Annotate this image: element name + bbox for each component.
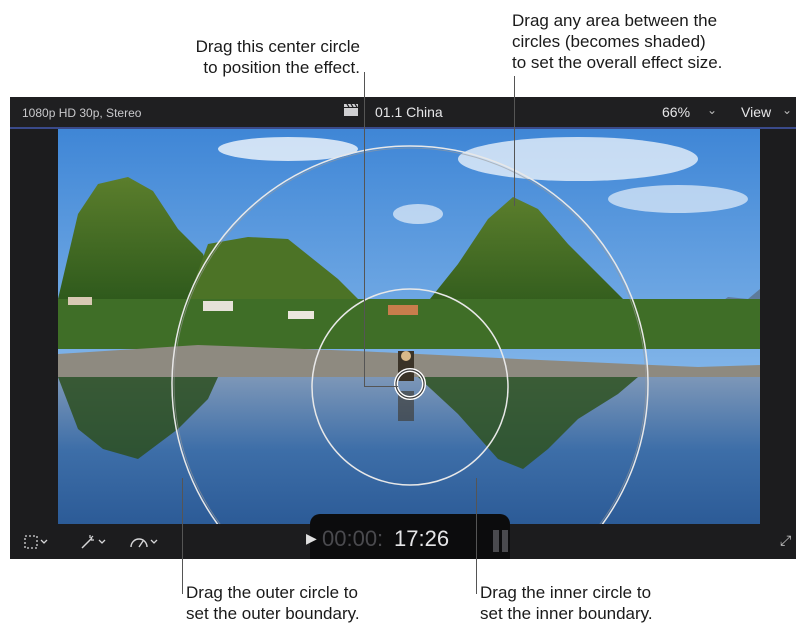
view-menu[interactable]: View [741,104,771,120]
outer-circle-handle[interactable] [171,145,649,524]
callout-text: to position the effect. [203,58,360,77]
zoom-menu[interactable]: 66% [662,104,690,120]
callout-text: Drag this center circle [195,37,360,56]
callout-text: Drag the outer circle to [186,583,358,602]
timecode-prefix: 00:00: [322,526,384,551]
shape-mask-overlay[interactable] [58,129,760,524]
leader-line-outer [182,478,183,594]
leader-line-inner [476,478,477,594]
chevron-down-icon[interactable]: ⌄ [707,103,717,117]
outer-circle-shadow [173,147,647,524]
play-icon[interactable]: ▶ [306,530,317,547]
viewer-top-bar: 1080p HD 30p, Stereo 01.1 China 66% ⌄ Vi… [10,97,796,129]
video-frame[interactable] [58,129,760,524]
format-label: 1080p HD 30p, Stereo [22,106,142,120]
inner-circle-handle[interactable] [311,288,509,486]
timecode: 17:26 [394,526,450,551]
callout-text: to set the overall effect size. [512,53,723,72]
callout-text: Drag the inner circle to [480,583,652,602]
callout-outer-circle: Drag the outer circle to set the outer b… [186,582,360,624]
callout-text: circles (becomes shaded) [512,32,706,51]
leader-line-center-h [364,386,398,387]
viewer: 1080p HD 30p, Stereo 01.1 China 66% ⌄ Vi… [10,97,796,559]
fullscreen-icon[interactable]: ⤢ [780,532,791,549]
magic-wand-icon[interactable] [78,534,108,550]
clapperboard-icon [344,104,358,116]
clip-name: 01.1 China [375,104,443,120]
callout-text: Drag any area between the [512,11,718,30]
leader-line-between [514,76,515,206]
speed-gauge-icon[interactable] [128,534,160,550]
chevron-down-icon[interactable]: ⌄ [782,103,792,117]
center-circle-outline [395,369,425,399]
audio-meter-icon [493,530,508,552]
callout-inner-circle: Drag the inner circle to set the inner b… [480,582,653,624]
viewer-bottom-bar: ▶ 00:00: 17:26 ⤢ [10,514,796,559]
callout-text: set the inner boundary. [480,604,653,623]
callout-center-circle: Drag this center circle to position the … [154,36,360,78]
callout-between-circles: Drag any area between the circles (becom… [512,10,722,73]
callout-text: set the outer boundary. [186,604,360,623]
leader-line-center [364,72,365,387]
transform-icon[interactable] [24,534,48,550]
